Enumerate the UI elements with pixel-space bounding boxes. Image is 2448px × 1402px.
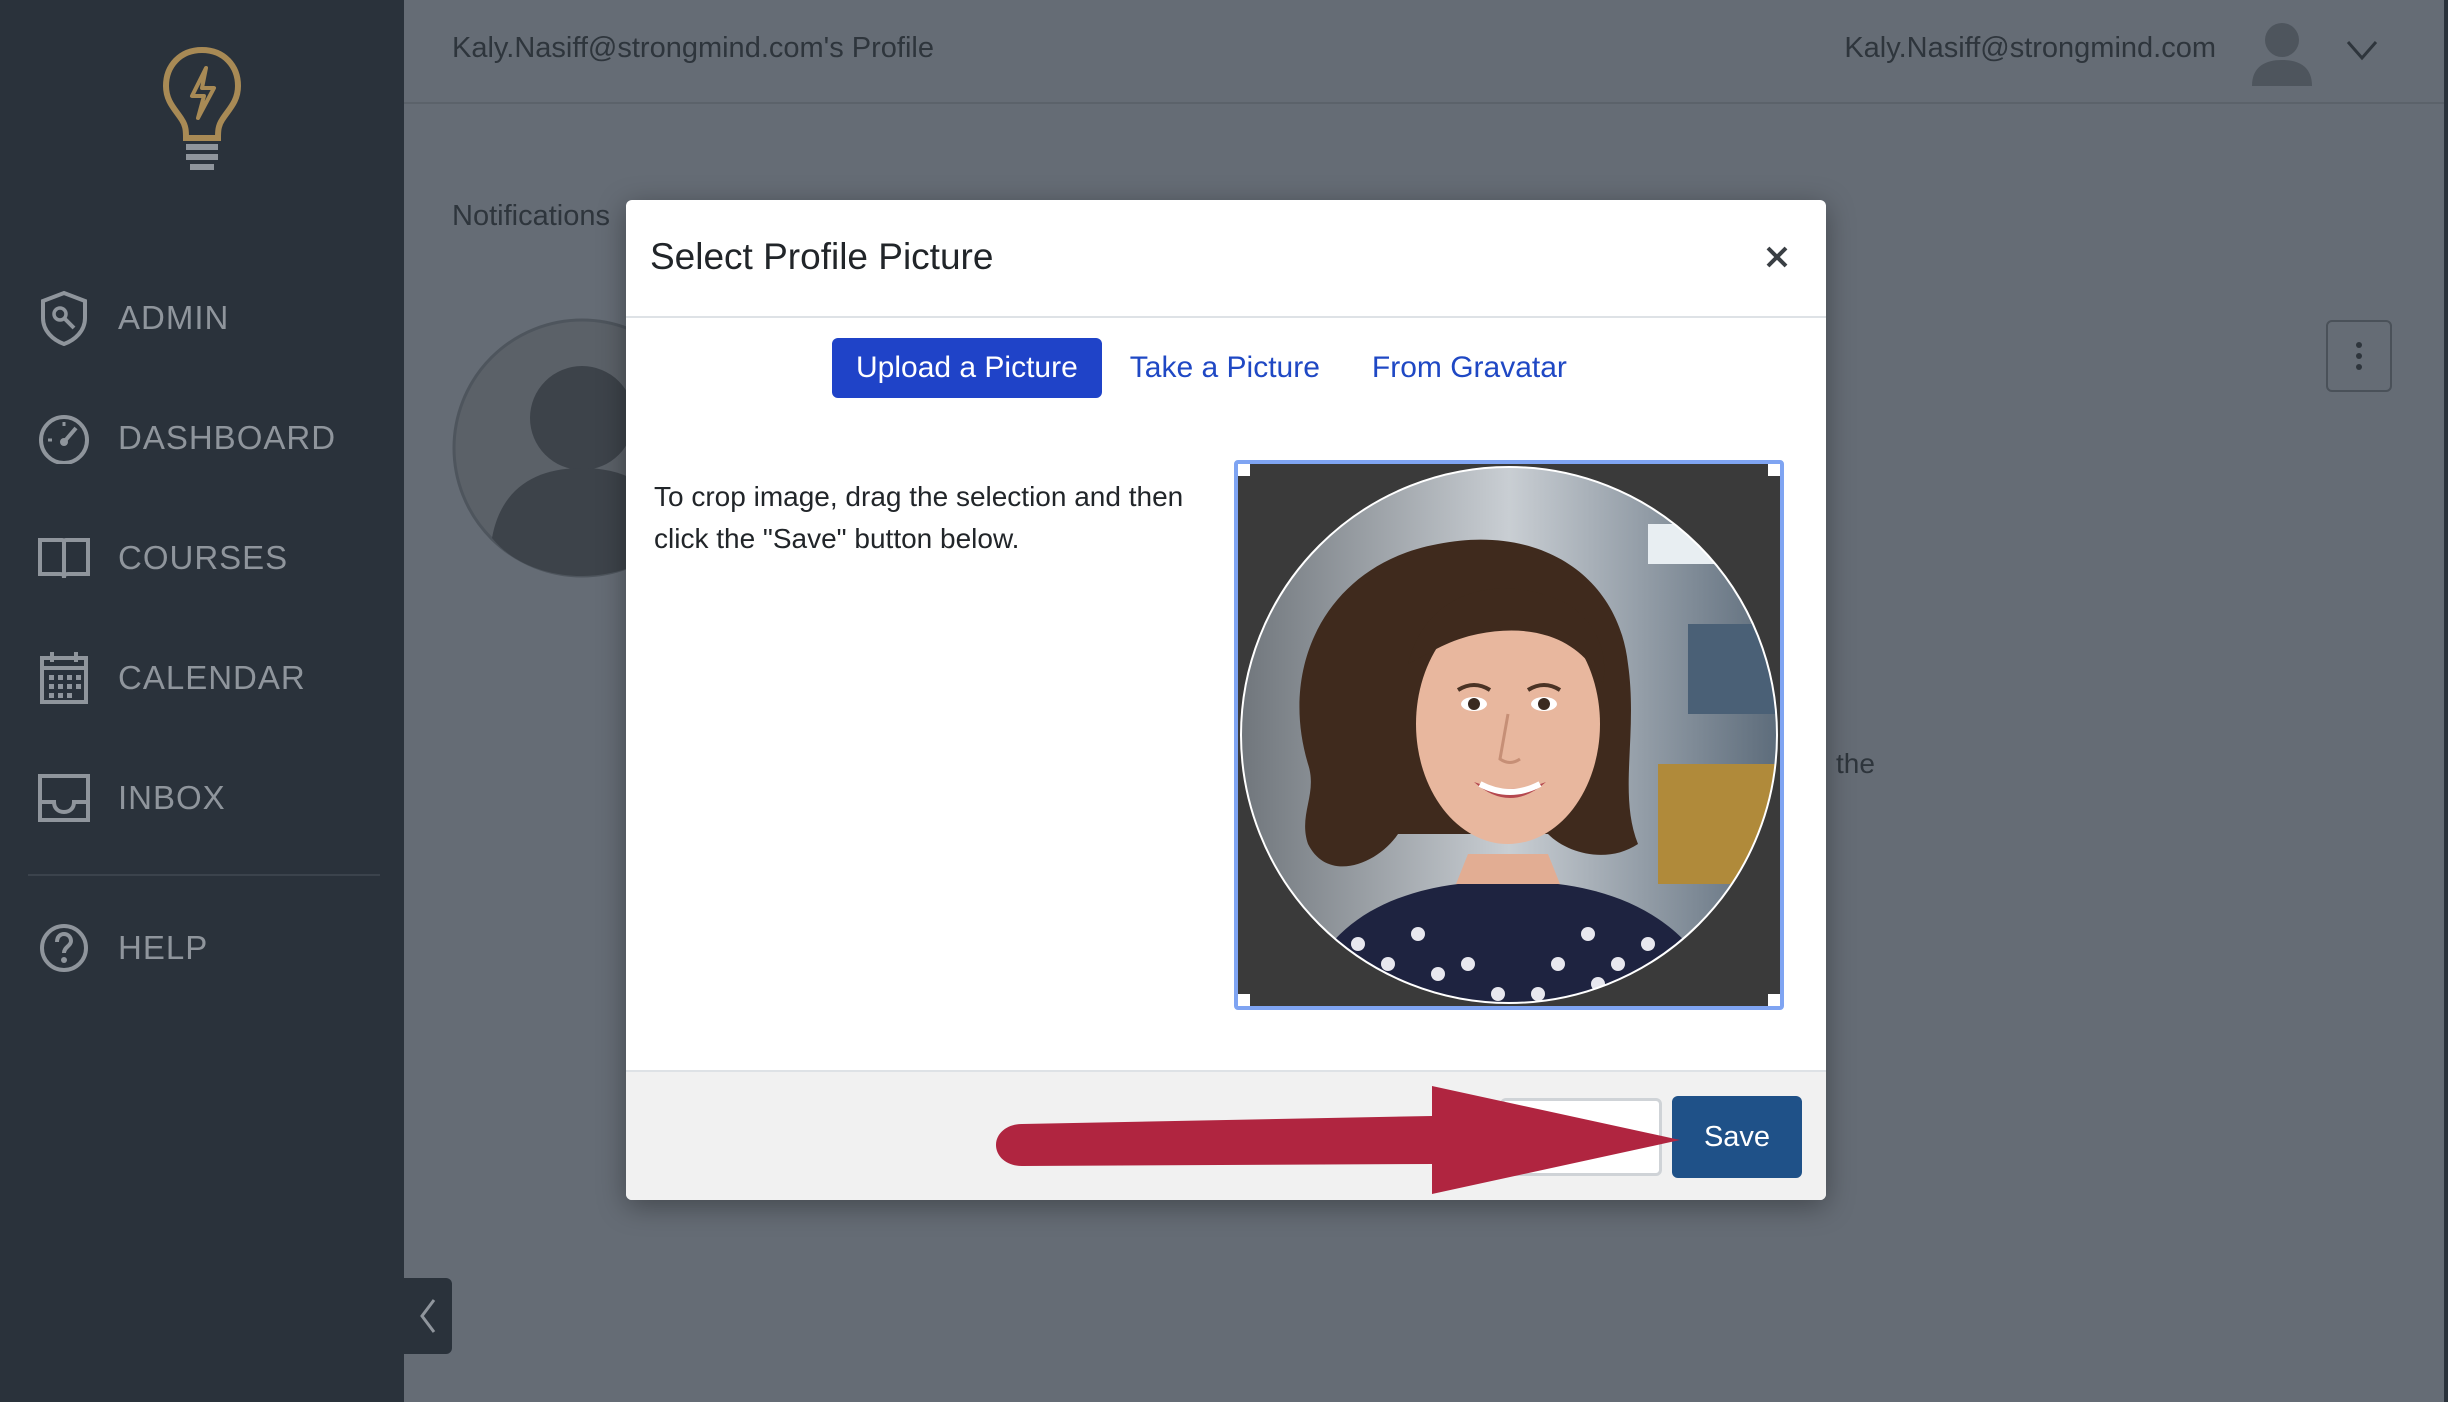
sidebar-divider xyxy=(28,874,380,876)
crop-handle-bottom-right[interactable] xyxy=(1768,994,1780,1006)
sidebar-item-label: DASHBOARD xyxy=(118,419,337,456)
select-profile-picture-modal: Select Profile Picture Upload a Picture … xyxy=(626,200,1826,1200)
notifications-label: Notifications xyxy=(452,200,610,232)
lightbulb-logo-icon xyxy=(162,46,242,170)
tab-from-gravatar[interactable]: From Gravatar xyxy=(1348,338,1591,398)
image-crop-area[interactable] xyxy=(1234,460,1784,1010)
profile-photo xyxy=(1238,464,1780,1006)
sidebar-item-dashboard[interactable]: DASHBOARD xyxy=(36,398,396,478)
sidebar-item-calendar[interactable]: CALENDAR xyxy=(36,638,396,718)
sidebar-item-inbox[interactable]: INBOX xyxy=(36,758,396,838)
chevron-left-icon xyxy=(420,1299,436,1333)
tab-take-a-picture[interactable]: Take a Picture xyxy=(1106,338,1344,398)
sidebar: ADMIN DASHBOARD COURSES CALENDAR INBOX H… xyxy=(0,0,404,1402)
top-header: Kaly.Nasiff@strongmind.com's Profile Kal… xyxy=(404,0,2448,104)
page-title: Kaly.Nasiff@strongmind.com's Profile xyxy=(452,32,934,64)
annotation-arrow-icon xyxy=(996,1086,1680,1194)
close-icon[interactable] xyxy=(1762,242,1792,272)
tab-upload-a-picture[interactable]: Upload a Picture xyxy=(832,338,1102,398)
more-options-button[interactable] xyxy=(2326,320,2392,392)
sidebar-item-label: HELP xyxy=(118,929,209,966)
crop-handle-top-right[interactable] xyxy=(1768,464,1780,476)
background-text-fragment: the xyxy=(1836,748,1875,779)
calendar-icon xyxy=(36,650,92,706)
dashboard-gauge-icon xyxy=(36,410,92,466)
sidebar-item-label: INBOX xyxy=(118,779,226,816)
user-email[interactable]: Kaly.Nasiff@strongmind.com xyxy=(1844,32,2216,65)
picture-source-tabs: Upload a Picture Take a Picture From Gra… xyxy=(832,338,1595,398)
sidebar-collapse-button[interactable] xyxy=(404,1278,452,1354)
user-avatar-icon[interactable] xyxy=(2244,14,2320,90)
window-edge xyxy=(2444,0,2448,1402)
crop-handle-bottom-left[interactable] xyxy=(1238,994,1250,1006)
sidebar-item-label: CALENDAR xyxy=(118,659,306,696)
book-icon xyxy=(36,530,92,586)
chevron-down-icon[interactable] xyxy=(2342,30,2382,70)
crop-instructions: To crop image, drag the selection and th… xyxy=(654,481,1184,554)
sidebar-item-label: COURSES xyxy=(118,539,289,576)
sidebar-item-admin[interactable]: ADMIN xyxy=(36,278,396,358)
sidebar-item-label: ADMIN xyxy=(118,299,230,336)
sidebar-item-help[interactable]: HELP xyxy=(36,908,396,988)
help-icon xyxy=(36,920,92,976)
kebab-dot xyxy=(2356,364,2362,370)
modal-title: Select Profile Picture xyxy=(650,236,994,277)
crop-handle-top-left[interactable] xyxy=(1238,464,1250,476)
modal-header: Select Profile Picture xyxy=(626,200,1826,318)
kebab-dot xyxy=(2356,353,2362,359)
inbox-icon xyxy=(36,770,92,826)
admin-shield-icon xyxy=(36,290,92,346)
sidebar-item-courses[interactable]: COURSES xyxy=(36,518,396,598)
kebab-dot xyxy=(2356,342,2362,348)
